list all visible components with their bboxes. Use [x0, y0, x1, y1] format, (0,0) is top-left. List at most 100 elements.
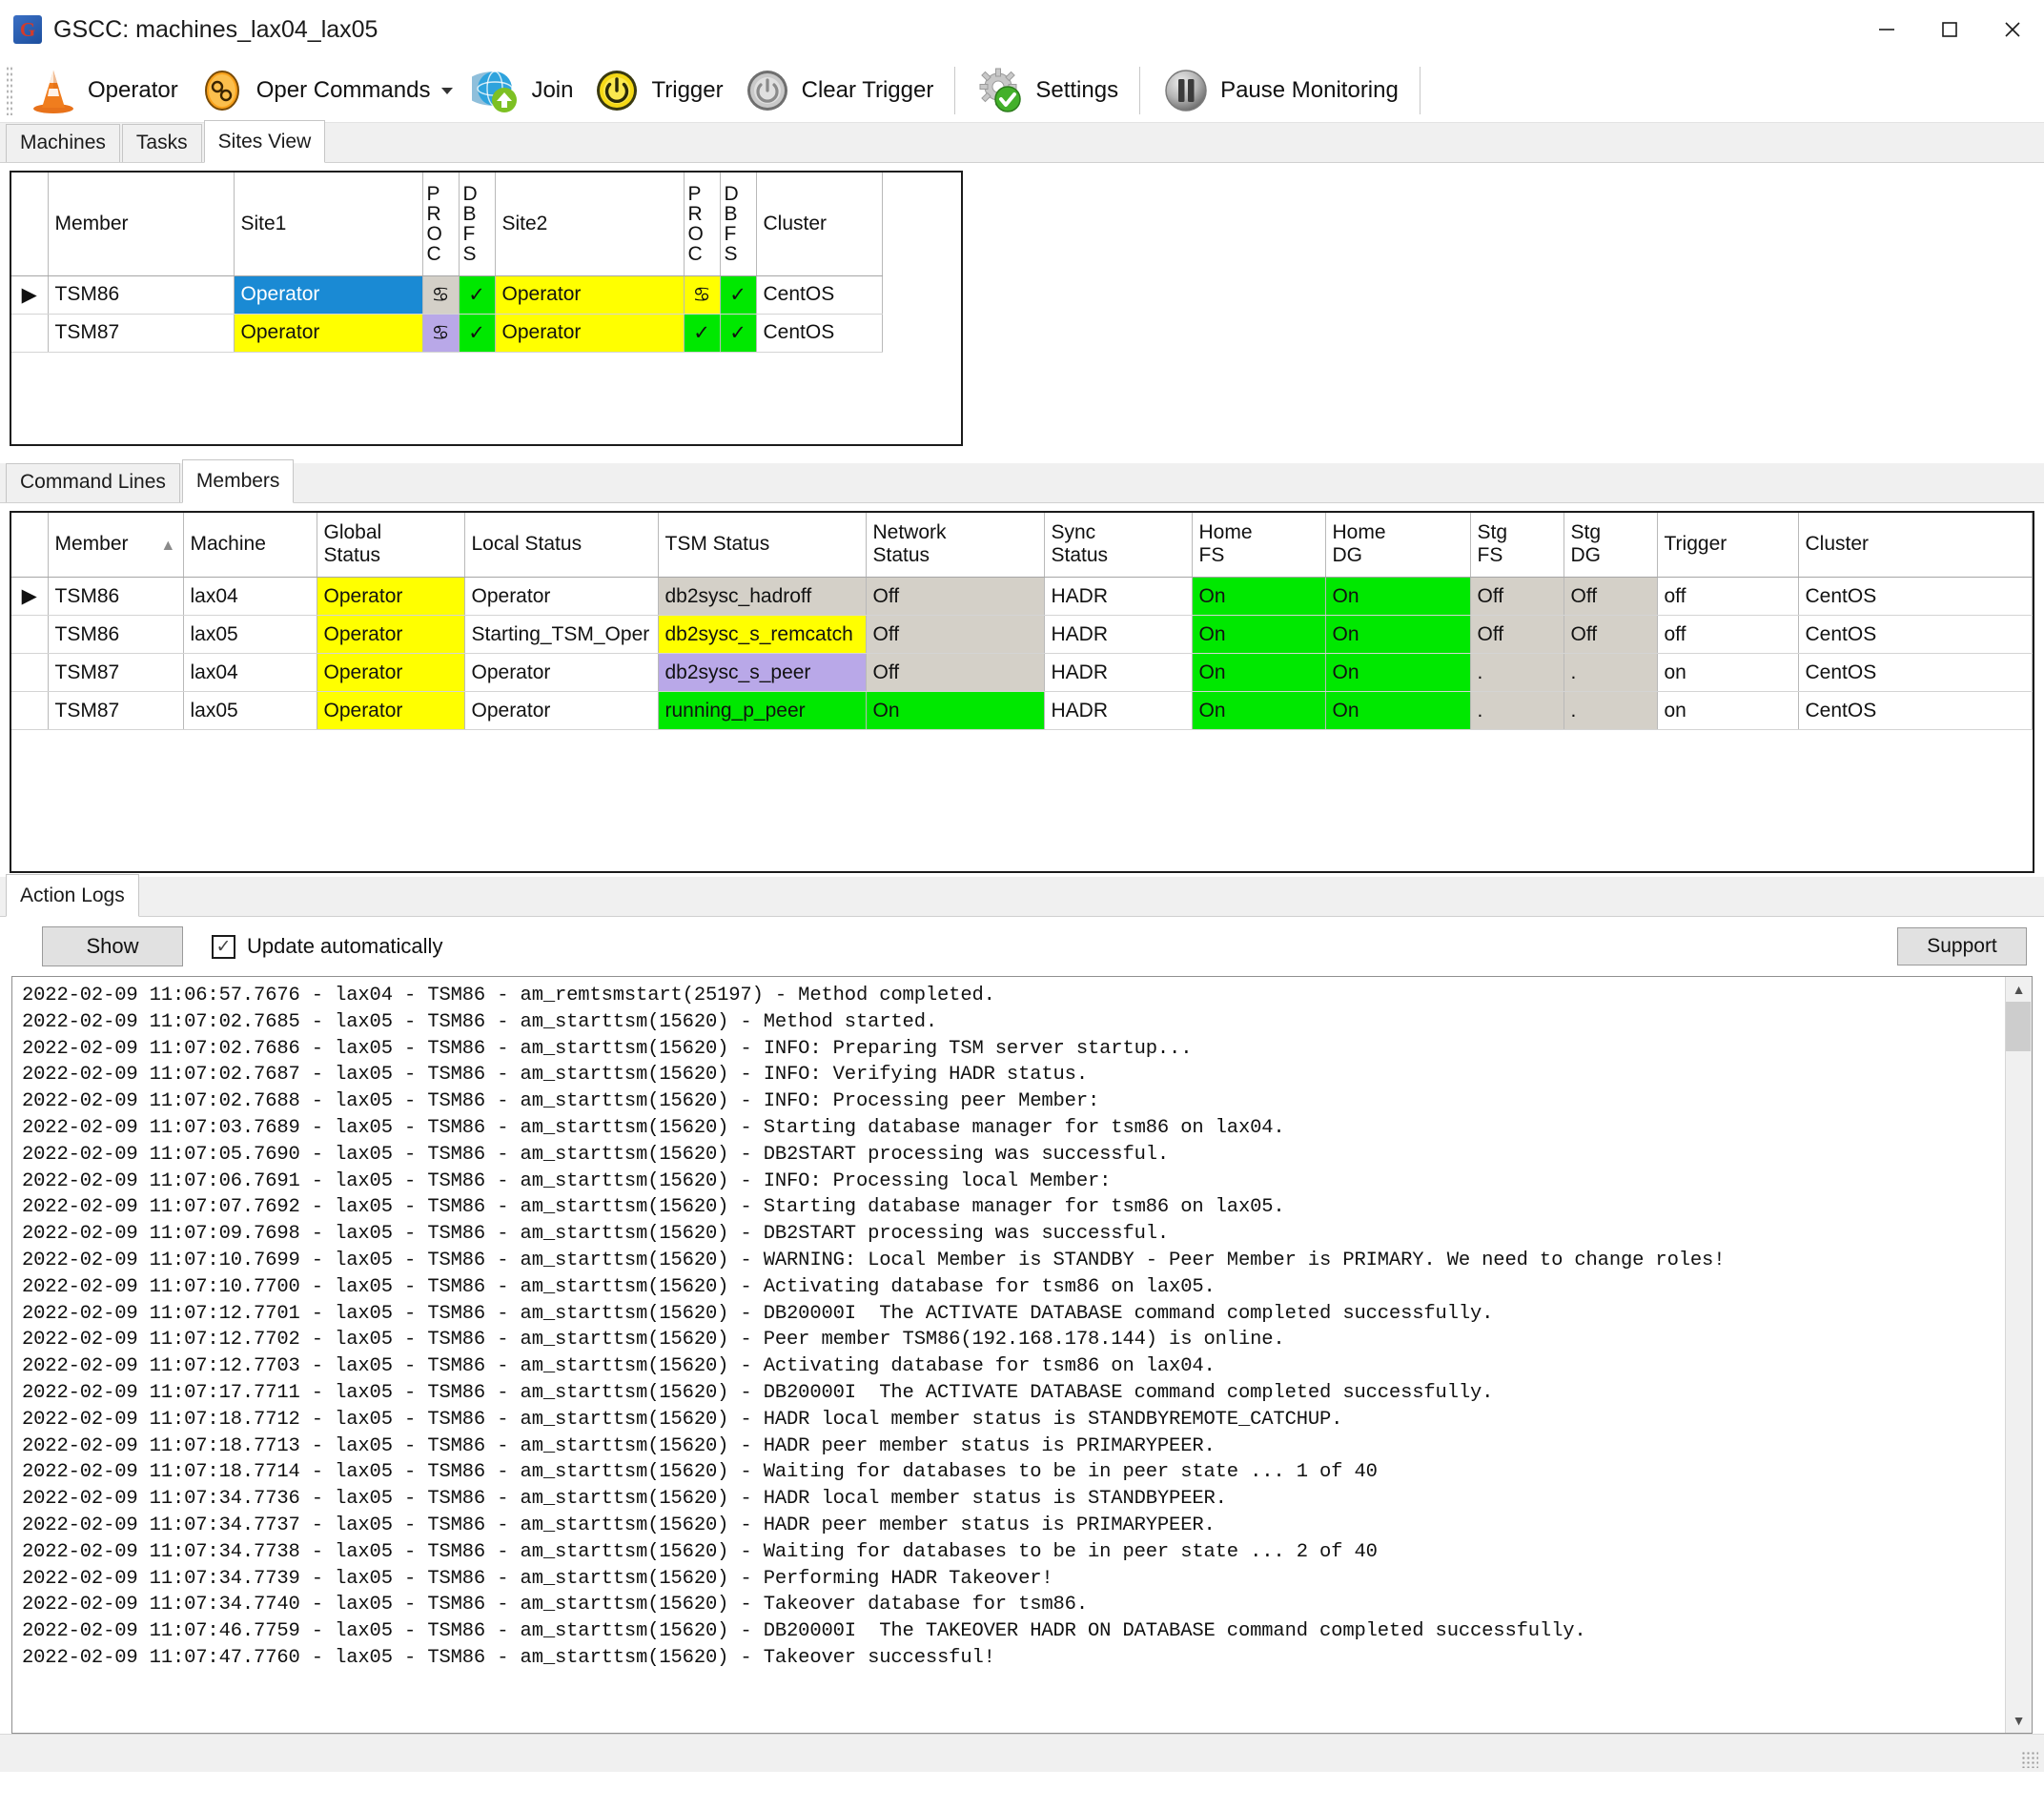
toolbar-separator-3 — [1419, 67, 1421, 114]
tab-sites-view[interactable]: Sites View — [203, 119, 326, 163]
members-grid-empty-area — [11, 730, 2033, 871]
sites-header-site2-dbfs[interactable]: DBFS — [720, 173, 757, 276]
members-cell-machine: lax05 — [183, 691, 317, 730]
tab-members[interactable]: Members — [181, 459, 295, 503]
sites-header-site1-dbfs[interactable]: DBFS — [459, 173, 496, 276]
table-row[interactable]: TSM87 Operator ♋ ✓ Operator ✓ ✓ CentOS — [11, 314, 883, 353]
table-row[interactable]: TSM87 lax05 Operator Operator running_p_… — [11, 691, 2033, 730]
toolbar-trigger-button[interactable]: Trigger — [583, 61, 732, 120]
members-grid: Member ▲ Machine Global Status Local Stat… — [10, 510, 2034, 873]
table-row[interactable]: ▶ TSM86 Operator ♋ ✓ Operator ♋ ✓ CentOS — [11, 275, 883, 315]
members-header-trigger[interactable]: Trigger — [1657, 512, 1799, 578]
members-cell-cluster: CentOS — [1798, 577, 2033, 616]
members-header-home-fs[interactable]: Home FS — [1192, 512, 1326, 578]
log-output-text[interactable]: 2022-02-09 11:06:57.7676 - lax04 - TSM86… — [12, 977, 2005, 1733]
checkbox-checked-icon[interactable]: ✓ — [212, 934, 235, 959]
table-row[interactable]: TSM86 lax05 Operator Starting_TSM_Oper d… — [11, 615, 2033, 654]
row-selector[interactable] — [11, 653, 49, 692]
toolbar-grip[interactable] — [6, 66, 13, 115]
members-header-stg-dg[interactable]: Stg DG — [1564, 512, 1658, 578]
members-header-sync-status[interactable]: Sync Status — [1044, 512, 1193, 578]
members-header-member[interactable]: Member ▲ — [48, 512, 184, 578]
tab-machines[interactable]: Machines — [6, 123, 120, 162]
sites-header-selector — [11, 173, 49, 276]
toolbar-settings-label: Settings — [1035, 77, 1119, 103]
members-cell-stg-dg: Off — [1564, 577, 1658, 616]
scrollbar-thumb[interactable] — [2006, 1002, 2031, 1051]
sort-ascending-icon: ▲ — [160, 538, 176, 555]
sites-header-site2-proc[interactable]: PROC — [684, 173, 721, 276]
sites-cell-site1-dbfs: ✓ — [459, 314, 496, 353]
maximize-icon[interactable] — [1918, 0, 1981, 59]
sites-cell-member: TSM86 — [48, 275, 235, 315]
close-icon[interactable] — [1981, 0, 2044, 59]
toolbar-trigger-label: Trigger — [651, 77, 724, 103]
middle-tabstrip: Command Lines Members — [0, 459, 2044, 503]
members-cell-member: TSM87 — [48, 653, 184, 692]
sites-cell-member: TSM87 — [48, 314, 235, 353]
sites-header-site2[interactable]: Site2 — [495, 173, 685, 276]
minimize-icon[interactable] — [1855, 0, 1918, 59]
log-output-box: 2022-02-09 11:06:57.7676 - lax04 - TSM86… — [11, 976, 2033, 1734]
members-header-tsm-status[interactable]: TSM Status — [658, 512, 867, 578]
members-cell-stg-dg: . — [1564, 653, 1658, 692]
toolbar-operator-button[interactable]: Operator — [19, 61, 188, 120]
members-header-global-status[interactable]: Global Status — [317, 512, 465, 578]
members-cell-member: TSM87 — [48, 691, 184, 730]
toolbar-join-button[interactable]: Join — [462, 61, 583, 120]
row-selector[interactable] — [11, 615, 49, 654]
power-gray-icon — [743, 66, 792, 115]
resize-grip-icon[interactable] — [2021, 1751, 2038, 1768]
scroll-down-icon[interactable]: ▼ — [2013, 1708, 2026, 1733]
members-cell-trigger: off — [1657, 577, 1799, 616]
sites-header-cluster[interactable]: Cluster — [756, 173, 883, 276]
toolbar-clear-trigger-button[interactable]: Clear Trigger — [733, 61, 944, 120]
table-row[interactable]: TSM87 lax04 Operator Operator db2sysc_s_… — [11, 653, 2033, 692]
support-button[interactable]: Support — [1897, 927, 2027, 965]
row-selector[interactable] — [11, 314, 49, 353]
show-button[interactable]: Show — [42, 926, 183, 966]
update-automatically-checkbox[interactable]: ✓ Update automatically — [212, 934, 442, 959]
members-header-machine[interactable]: Machine — [183, 512, 317, 578]
sites-cell-site2-dbfs: ✓ — [720, 275, 757, 315]
pause-icon — [1161, 66, 1211, 115]
members-header-home-dg[interactable]: Home DG — [1325, 512, 1471, 578]
row-selector[interactable] — [11, 691, 49, 730]
toolbar-settings-button[interactable]: Settings — [967, 61, 1128, 120]
members-cell-global-status: Operator — [317, 691, 465, 730]
members-header-local-status[interactable]: Local Status — [464, 512, 659, 578]
members-cell-trigger: off — [1657, 615, 1799, 654]
row-selector[interactable]: ▶ — [11, 577, 49, 616]
sites-view-grid: Member Site1 PROC DBFS Site2 PROC DBFS C… — [10, 171, 963, 446]
row-selector[interactable]: ▶ — [11, 275, 49, 315]
tab-command-lines[interactable]: Command Lines — [6, 463, 180, 502]
members-table: Member ▲ Machine Global Status Local Stat… — [11, 512, 2033, 730]
members-cell-network-status: On — [866, 691, 1045, 730]
gear-links-icon — [197, 66, 247, 115]
members-cell-home-dg: On — [1325, 577, 1471, 616]
toolbar-pause-monitoring-button[interactable]: Pause Monitoring — [1152, 61, 1408, 120]
members-header-cluster[interactable]: Cluster — [1798, 512, 2033, 578]
tab-action-logs[interactable]: Action Logs — [6, 873, 139, 917]
log-scrollbar[interactable]: ▲ ▼ — [2005, 977, 2032, 1733]
top-tabstrip: Machines Tasks Sites View — [0, 119, 2044, 163]
log-controls-bar: Show ✓ Update automatically Support — [0, 917, 2044, 976]
window-controls — [1855, 0, 2044, 59]
app-icon: G — [13, 15, 42, 44]
window-title: GSCC: machines_lax04_lax05 — [53, 15, 378, 43]
sites-cell-site1-dbfs: ✓ — [459, 275, 496, 315]
table-row[interactable]: ▶ TSM86 lax04 Operator Operator db2sysc_… — [11, 577, 2033, 616]
toolbar-oper-commands-button[interactable]: Oper Commands — [188, 61, 463, 120]
members-cell-stg-fs: Off — [1470, 577, 1564, 616]
scroll-up-icon[interactable]: ▲ — [2013, 977, 2026, 1002]
members-header-network-status[interactable]: Network Status — [866, 512, 1045, 578]
sites-body: ▶ TSM86 Operator ♋ ✓ Operator ♋ ✓ CentOS… — [11, 275, 883, 353]
sites-header-member[interactable]: Member — [48, 173, 235, 276]
members-cell-member: TSM86 — [48, 577, 184, 616]
sites-header-site1[interactable]: Site1 — [234, 173, 423, 276]
sites-header-site1-proc[interactable]: PROC — [422, 173, 460, 276]
members-header-stg-fs[interactable]: Stg FS — [1470, 512, 1564, 578]
members-cell-sync-status: HADR — [1044, 577, 1193, 616]
tab-tasks[interactable]: Tasks — [121, 123, 202, 162]
chevron-down-icon[interactable] — [441, 87, 454, 94]
